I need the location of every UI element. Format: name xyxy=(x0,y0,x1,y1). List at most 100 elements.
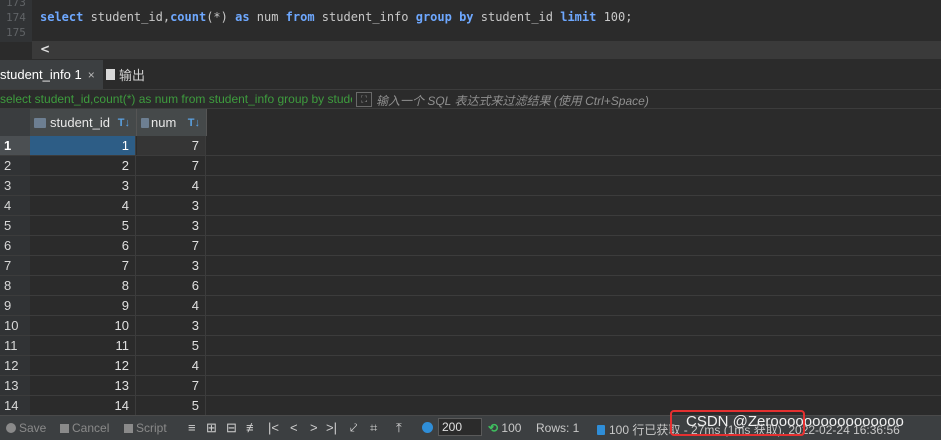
cell-num[interactable]: 3 xyxy=(137,316,206,335)
cell-num[interactable]: 4 xyxy=(137,356,206,375)
filter-expand-icon[interactable]: ⛶ xyxy=(356,92,372,107)
cell-num[interactable]: 3 xyxy=(137,196,206,215)
row-number[interactable]: 10 xyxy=(0,316,30,335)
row-number[interactable]: 6 xyxy=(0,236,30,255)
table-row[interactable]: 11 11 5 xyxy=(0,336,941,356)
edit-row-icon[interactable]: ≡ xyxy=(188,420,196,435)
cell-student-id[interactable]: 13 xyxy=(30,376,136,395)
cell-num[interactable]: 3 xyxy=(137,216,206,235)
table-row[interactable]: 667 xyxy=(0,236,941,256)
cell-student-id[interactable]: 7 xyxy=(30,256,136,275)
table-row[interactable]: 117 xyxy=(0,136,941,156)
cell-student-id[interactable]: 14 xyxy=(30,396,136,415)
sql-identifier: num xyxy=(249,10,286,24)
cell-student-id[interactable]: 9 xyxy=(30,296,136,315)
row-number[interactable]: 9 xyxy=(0,296,30,315)
cell-student-id[interactable]: 1 xyxy=(30,136,136,155)
sort-icon[interactable]: T↓ xyxy=(118,117,130,129)
first-page-icon[interactable]: |< xyxy=(268,420,279,435)
table-row[interactable]: 553 xyxy=(0,216,941,236)
cell-num[interactable]: 7 xyxy=(137,136,206,155)
cell-student-id[interactable]: 10 xyxy=(30,316,136,335)
cell-student-id[interactable]: 12 xyxy=(30,356,136,375)
cell-num[interactable]: 5 xyxy=(137,336,206,355)
cell-num[interactable]: 6 xyxy=(137,276,206,295)
row-number[interactable]: 13 xyxy=(0,376,30,395)
pin-icon[interactable]: ⤦ xyxy=(350,420,357,436)
row-number[interactable]: 11 xyxy=(0,336,30,355)
next-page-icon[interactable]: > xyxy=(310,420,318,435)
table-row[interactable]: 994 xyxy=(0,296,941,316)
sql-editor[interactable]: 173 174 175 select student_id,count(*) a… xyxy=(0,0,941,60)
cell-num[interactable]: 5 xyxy=(137,396,206,415)
tab-student-info[interactable]: student_info 1 × xyxy=(0,60,103,89)
cell-student-id[interactable]: 4 xyxy=(30,196,136,215)
editor-horizontal-scrollbar[interactable]: < xyxy=(32,41,941,59)
row-number[interactable]: 7 xyxy=(0,256,30,275)
row-number[interactable]: 1 xyxy=(0,136,30,155)
table-row[interactable]: 334 xyxy=(0,176,941,196)
cell-num[interactable]: 7 xyxy=(137,156,206,175)
previous-page-icon[interactable]: < xyxy=(290,420,298,435)
cell-student-id[interactable]: 8 xyxy=(30,276,136,295)
cancel-button[interactable]: Cancel xyxy=(60,421,109,435)
cell-num[interactable]: 7 xyxy=(137,376,206,395)
table-row[interactable]: 443 xyxy=(0,196,941,216)
sort-icon[interactable]: T↓ xyxy=(188,117,200,129)
export-icon[interactable]: ⤒ xyxy=(396,420,402,436)
cancel-label: Cancel xyxy=(72,421,110,435)
sql-keyword: group by xyxy=(415,10,474,24)
cell-num[interactable]: 3 xyxy=(137,256,206,275)
fetch-size-input[interactable]: 200 xyxy=(438,418,482,436)
line-number: 173 xyxy=(6,0,26,9)
row-number-header[interactable] xyxy=(0,109,31,136)
cell-student-id[interactable]: 5 xyxy=(30,216,136,235)
table-row[interactable]: 13 13 7 xyxy=(0,376,941,396)
copy-row-icon[interactable]: ⊟ xyxy=(226,420,237,436)
tab-output[interactable]: 输出 xyxy=(106,60,145,89)
cell-num[interactable]: 7 xyxy=(137,236,206,255)
table-row[interactable]: 886 xyxy=(0,276,941,296)
script-icon xyxy=(124,424,133,433)
row-number[interactable]: 3 xyxy=(0,176,30,195)
delete-row-icon[interactable]: ≢ xyxy=(246,420,259,435)
sql-keyword: from xyxy=(285,10,315,24)
row-number[interactable]: 2 xyxy=(0,156,30,175)
column-header-student-id[interactable]: student_id T↓ xyxy=(30,109,137,136)
cell-num[interactable]: 4 xyxy=(137,296,206,315)
settings-gear-icon[interactable] xyxy=(422,421,433,435)
column-header-num[interactable]: num T↓ xyxy=(137,109,207,136)
scroll-left-icon[interactable]: < xyxy=(40,42,50,56)
line-number-gutter: 173 174 175 xyxy=(0,0,32,42)
last-page-icon[interactable]: >| xyxy=(326,420,337,435)
row-number[interactable]: 8 xyxy=(0,276,30,295)
refresh-button[interactable]: ⟲ 100 xyxy=(488,421,521,435)
script-button[interactable]: Script xyxy=(124,421,167,435)
cell-student-id[interactable]: 2 xyxy=(30,156,136,175)
add-row-icon[interactable]: ⊞ xyxy=(206,420,217,436)
cell-student-id[interactable]: 11 xyxy=(30,336,136,355)
row-number[interactable]: 12 xyxy=(0,356,30,375)
table-row[interactable]: 773 xyxy=(0,256,941,276)
save-button[interactable]: Save xyxy=(6,421,46,435)
grid-header: student_id T↓ num T↓ xyxy=(0,109,941,136)
cell-num[interactable]: 4 xyxy=(137,176,206,195)
row-number[interactable]: 4 xyxy=(0,196,30,215)
sql-statement[interactable]: select student_id,count(*) as num from s… xyxy=(40,10,632,24)
sql-identifier: student_id xyxy=(473,10,561,24)
cell-student-id[interactable]: 6 xyxy=(30,236,136,255)
table-row[interactable]: 12 12 4 xyxy=(0,356,941,376)
grid-view-icon[interactable]: ⌗ xyxy=(370,420,377,436)
row-number[interactable]: 5 xyxy=(0,216,30,235)
filter-input[interactable]: 输入一个 SQL 表达式来过滤结果 (使用 Ctrl+Space) xyxy=(376,92,649,109)
sql-identifier: 100; xyxy=(596,10,633,24)
table-row[interactable]: 227 xyxy=(0,156,941,176)
column-type-icon xyxy=(34,117,46,128)
close-icon[interactable]: × xyxy=(88,68,95,82)
cell-student-id[interactable]: 3 xyxy=(30,176,136,195)
row-number[interactable]: 14 xyxy=(0,396,30,415)
document-icon xyxy=(106,69,115,80)
table-row[interactable]: 10 10 3 xyxy=(0,316,941,336)
save-icon xyxy=(6,423,16,433)
sql-identifier: student_id, xyxy=(83,10,171,24)
